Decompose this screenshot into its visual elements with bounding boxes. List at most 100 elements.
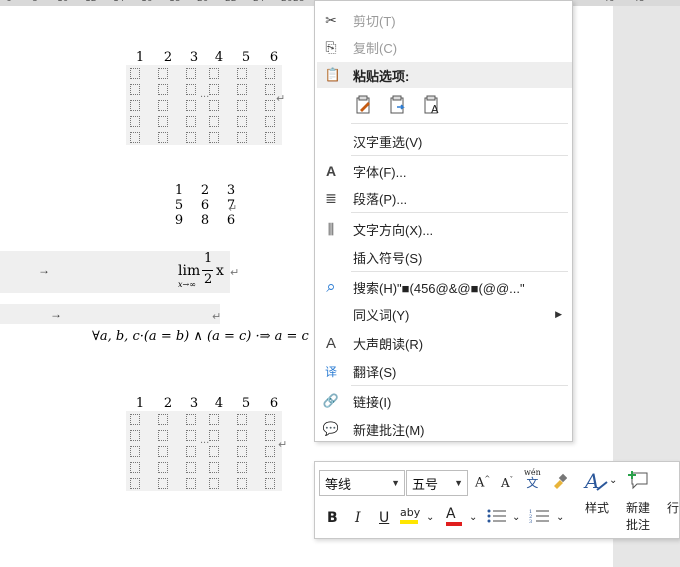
- menu-separator: [351, 123, 568, 124]
- fraction-denominator: 2: [204, 272, 213, 287]
- menu-item-font[interactable]: A 字体(F)...: [315, 158, 572, 184]
- placeholder-box: [265, 478, 275, 489]
- placeholder-box: [237, 462, 247, 473]
- menu-item-link[interactable]: 🔗 链接(I): [315, 388, 572, 414]
- translate-icon: 译: [324, 364, 337, 379]
- matrix-2-cell: 6: [226, 213, 236, 228]
- chevron-down-icon[interactable]: ⌄: [426, 512, 434, 523]
- paragraph-mark: ↵: [276, 93, 286, 105]
- menu-item-translate[interactable]: 译 翻译(S): [315, 358, 572, 384]
- italic-button[interactable]: I: [355, 510, 361, 526]
- paste-keep-format-icon: [356, 95, 370, 114]
- chevron-down-icon[interactable]: ⌄: [469, 512, 477, 523]
- placeholder-box: [158, 68, 168, 79]
- matrix-header-cell: 4: [214, 396, 224, 411]
- format-painter-button[interactable]: [551, 473, 568, 493]
- paragraph-icon: ≣: [325, 189, 337, 206]
- ruler-tick: 46: [603, 0, 614, 4]
- menu-item-search[interactable]: ⌕ 搜索(H)"■(456@&@■(@@...": [315, 274, 572, 300]
- menu-item-label: 搜索(H)"■(456@&@■(@@...": [353, 280, 525, 296]
- mini-toolbar[interactable]: 等线 ▼ 五号 ▼ A^ Aˇ wén 文 A ⌄ 样式 新建 批注 行 B I…: [314, 461, 680, 539]
- menu-item-label: 文字方向(X)...: [353, 222, 434, 238]
- bullets-button[interactable]: [486, 508, 508, 528]
- chevron-down-icon: ▼: [454, 478, 463, 488]
- placeholder-box: [237, 100, 247, 111]
- matrix-1-shading: [126, 65, 282, 145]
- chevron-down-icon: ▼: [391, 478, 400, 488]
- read-aloud-icon: A: [325, 334, 336, 352]
- logic-formula: ∀a, b, c·(a = b) ∧ (a = c) ·⇒ a = c: [92, 329, 309, 344]
- placeholder-box: [186, 414, 196, 425]
- lim-text: lim: [178, 263, 201, 279]
- placeholder-box: [186, 478, 196, 489]
- matrix-header-cell: 3: [189, 396, 199, 411]
- font-color-bar: [446, 522, 462, 526]
- menu-item-read-aloud[interactable]: A 大声朗读(R): [315, 330, 572, 356]
- matrix-2-cell: 2: [200, 183, 210, 198]
- underline-button[interactable]: U: [379, 510, 389, 526]
- menu-item-insert-symbol[interactable]: 插入符号(S): [315, 244, 572, 270]
- matrix-3-header: 1 2 3 4 5 6: [126, 396, 288, 411]
- svg-text:3: 3: [529, 519, 532, 524]
- bold-button[interactable]: B: [327, 510, 338, 526]
- shrink-font-button[interactable]: Aˇ: [501, 476, 513, 490]
- menu-item-new-comment[interactable]: 💬 新建批注(M): [315, 416, 572, 442]
- menu-separator: [351, 385, 568, 386]
- context-menu[interactable]: ✂ 剪切(T) ⎘ 复制(C) 📋 粘贴选项: A 汉字重选(V) A 字体(F…: [314, 0, 573, 442]
- highlight-icon: aby: [400, 506, 421, 519]
- chevron-down-icon[interactable]: ⌄: [512, 512, 520, 523]
- chevron-down-icon[interactable]: ⌄: [556, 512, 564, 523]
- menu-item-copy[interactable]: ⎘ 复制(C): [315, 34, 572, 60]
- fraction-numerator: 1: [204, 251, 213, 266]
- phonetic-guide-button[interactable]: wén 文: [524, 468, 541, 490]
- font-color-button[interactable]: A: [446, 506, 462, 526]
- font-name-combo[interactable]: 等线 ▼: [319, 470, 405, 496]
- grow-font-button[interactable]: A^: [475, 475, 490, 490]
- font-icon: A: [325, 163, 337, 179]
- menu-item-text-direction[interactable]: ⫼ 文字方向(X)...: [315, 216, 572, 242]
- tab-arrow: →: [38, 263, 50, 277]
- ruler-tick: 24: [253, 0, 264, 4]
- font-size-combo[interactable]: 五号 ▼: [406, 470, 468, 496]
- placeholder-box: [265, 430, 275, 441]
- menu-item-synonyms[interactable]: 同义词(Y) ▶: [315, 301, 572, 327]
- ruler-tick: 6: [6, 0, 12, 4]
- matrix-2-cell: 5: [174, 198, 184, 213]
- matrix-2-cell: 1: [174, 183, 184, 198]
- matrix-1-header: 1 2 3 4 5 6: [126, 50, 288, 65]
- placeholder-box: [158, 446, 168, 457]
- paragraph-mark: ↵: [230, 267, 240, 279]
- numbering-button[interactable]: 123: [529, 508, 551, 528]
- menu-item-paragraph[interactable]: ≣ 段落(P)...: [315, 185, 572, 211]
- matrix-header-cell: 2: [163, 50, 173, 65]
- menu-item-label: 剪切(T): [353, 13, 396, 29]
- placeholder-box: [265, 116, 275, 127]
- placeholder-box: [237, 478, 247, 489]
- menu-item-label: 大声朗读(R): [353, 336, 424, 352]
- copy-icon: ⎘: [325, 38, 337, 55]
- search-icon: ⌕: [326, 277, 336, 296]
- menu-item-label: 翻译(S): [353, 364, 397, 380]
- matrix-header-cell: 1: [135, 396, 145, 411]
- menu-item-label: 链接(I): [353, 394, 392, 410]
- placeholder-box: [158, 116, 168, 127]
- chevron-down-icon[interactable]: ⌄: [609, 475, 617, 486]
- menu-item-hanzi-reselect[interactable]: 汉字重选(V): [315, 128, 572, 154]
- shrink-font-icon: A: [501, 476, 510, 490]
- new-comment-toolbar-button[interactable]: [627, 470, 649, 494]
- placeholder-box: [265, 446, 275, 457]
- styles-button[interactable]: A: [583, 468, 609, 498]
- paste-text-only-icon: A: [424, 95, 439, 115]
- paste-keep-format-button[interactable]: [352, 93, 376, 117]
- placeholder-box: [209, 116, 219, 127]
- tab-arrow: →: [50, 307, 62, 321]
- matrix-3-ellipsis: ...: [200, 434, 210, 446]
- menu-item-cut[interactable]: ✂ 剪切(T): [315, 7, 572, 33]
- placeholder-box: [186, 116, 196, 127]
- paste-merge-format-button[interactable]: [386, 93, 410, 117]
- highlight-color-bar: [400, 520, 418, 524]
- paste-text-only-button[interactable]: A: [420, 93, 444, 117]
- matrix-2-cell: 8: [200, 213, 210, 228]
- line-spacing-label[interactable]: 行: [665, 499, 680, 516]
- highlight-button[interactable]: aby: [400, 506, 420, 524]
